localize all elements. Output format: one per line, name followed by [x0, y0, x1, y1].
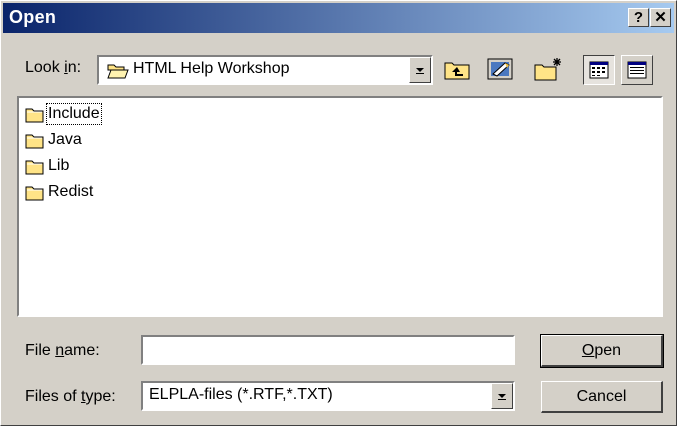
folder-icon: [25, 134, 44, 149]
window-title: Open: [9, 7, 57, 27]
open-dialog: Open ? ✕ Look in: HTML Help Workshop Inc…: [0, 0, 677, 426]
file-name: Redist: [48, 183, 94, 200]
files-of-type-dropdown-button[interactable]: [491, 383, 513, 409]
file-name: Include: [46, 103, 102, 125]
look-in-dropdown-button[interactable]: [409, 57, 431, 83]
chevron-down-icon: [498, 394, 506, 400]
cancel-button[interactable]: Cancel: [541, 381, 663, 413]
details-view-button[interactable]: [621, 55, 653, 85]
title-bar[interactable]: Open ? ✕: [3, 3, 674, 33]
file-name-label: File name:: [25, 342, 100, 359]
close-button[interactable]: ✕: [650, 8, 671, 27]
files-of-type-value: ELPLA-files (*.RTF,*.TXT): [149, 386, 333, 403]
look-in-value: HTML Help Workshop: [133, 60, 290, 77]
file-name: Lib: [48, 157, 70, 174]
file-name: Java: [48, 131, 82, 148]
look-in-combo[interactable]: HTML Help Workshop: [97, 55, 433, 85]
file-list[interactable]: Include Java Lib Redist: [17, 96, 663, 317]
chevron-down-icon: [416, 68, 424, 74]
file-name-input[interactable]: [141, 335, 515, 365]
folder-icon: [25, 160, 44, 175]
look-in-label: Look in:: [25, 59, 82, 76]
files-of-type-label: Files of type:: [25, 388, 116, 405]
create-new-folder-button[interactable]: [532, 55, 564, 83]
help-button[interactable]: ?: [628, 8, 649, 27]
open-folder-icon: [107, 62, 129, 85]
list-view-button[interactable]: [583, 55, 615, 85]
open-button[interactable]: Open: [540, 334, 664, 368]
folder-icon: [25, 186, 44, 201]
up-one-level-button[interactable]: [441, 55, 473, 83]
desktop-button[interactable]: [485, 55, 517, 83]
files-of-type-combo[interactable]: ELPLA-files (*.RTF,*.TXT): [141, 381, 515, 411]
folder-icon: [25, 108, 44, 123]
